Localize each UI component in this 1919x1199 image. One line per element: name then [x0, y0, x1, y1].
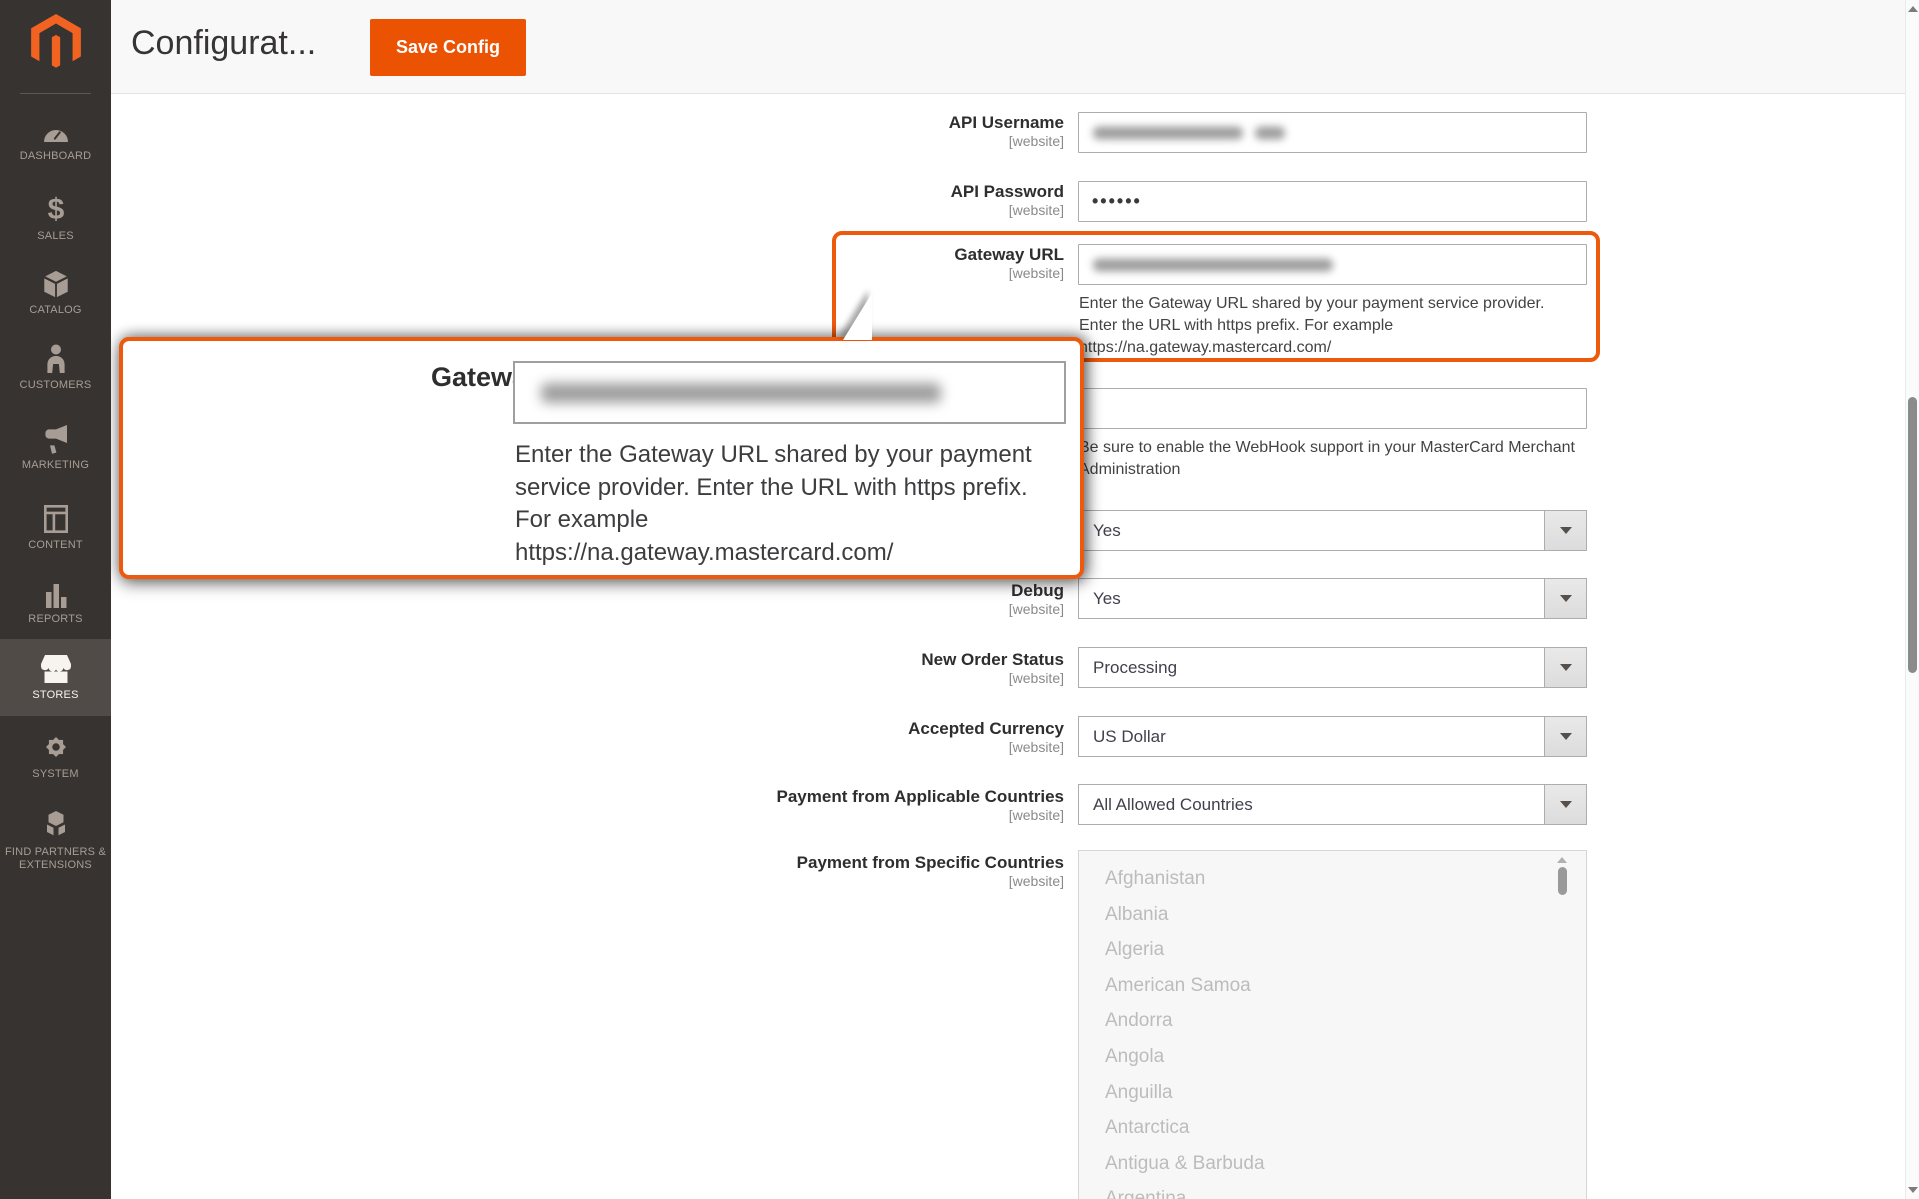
- marketing-icon: [39, 424, 73, 454]
- api-password-label: API Password [website]: [560, 182, 1064, 219]
- sidebar-item-reports[interactable]: REPORTS: [0, 564, 111, 641]
- api-username-input[interactable]: [1078, 112, 1587, 153]
- api-username-label: API Username [website]: [560, 113, 1064, 150]
- blurred-value: [541, 383, 941, 403]
- country-option[interactable]: Albania: [1079, 897, 1586, 933]
- sidebar-item-find-partners[interactable]: FIND PARTNERS & EXTENSIONS: [0, 797, 111, 885]
- country-option[interactable]: Argentina: [1079, 1181, 1586, 1199]
- select-dropdown-button[interactable]: [1544, 511, 1586, 550]
- api-password-input[interactable]: ••••••: [1078, 181, 1587, 222]
- chevron-down-icon: [1560, 801, 1572, 808]
- magento-logo[interactable]: [0, 14, 111, 76]
- scroll-up-icon[interactable]: [1557, 857, 1567, 863]
- page-scrollbar[interactable]: [1905, 0, 1919, 1199]
- popup-gateway-url-note: Enter the Gateway URL shared by your pay…: [515, 439, 1075, 569]
- sidebar-item-sales[interactable]: $ SALES: [0, 179, 111, 256]
- chevron-down-icon: [1560, 527, 1572, 534]
- sidebar-item-content[interactable]: CONTENT: [0, 489, 111, 566]
- sidebar-item-stores[interactable]: STORES: [0, 639, 111, 716]
- customers-icon: [39, 344, 73, 374]
- sidebar-item-marketing[interactable]: MARKETING: [0, 409, 111, 486]
- popup-gateway-url-input[interactable]: [513, 361, 1066, 424]
- webhook-input[interactable]: [1078, 388, 1587, 429]
- sidebar-item-dashboard[interactable]: DASHBOARD: [0, 102, 111, 179]
- gateway-url-input[interactable]: [1078, 244, 1587, 285]
- magento-admin-page: DASHBOARD $ SALES CATALOG CUSTOMERS: [0, 0, 1919, 1199]
- select-dropdown-button[interactable]: [1544, 579, 1586, 618]
- select-dropdown-button[interactable]: [1544, 717, 1586, 756]
- content-icon: [39, 504, 73, 534]
- country-option[interactable]: Anguilla: [1079, 1075, 1586, 1111]
- country-option[interactable]: Afghanistan: [1079, 861, 1586, 897]
- select-dropdown-button[interactable]: [1544, 785, 1586, 824]
- sidebar-item-customers[interactable]: CUSTOMERS: [0, 329, 111, 406]
- page-title: Configurat...: [131, 24, 316, 63]
- debug-label: Debug [website]: [560, 581, 1064, 618]
- new-order-status-label: New Order Status [website]: [560, 650, 1064, 687]
- debug-select[interactable]: Yes: [1078, 578, 1587, 619]
- save-config-button[interactable]: Save Config: [370, 19, 526, 76]
- multiselect-scrollbar[interactable]: [1556, 855, 1568, 1199]
- country-option[interactable]: Algeria: [1079, 932, 1586, 968]
- scroll-up-icon[interactable]: [1908, 6, 1918, 12]
- blurred-value: [1093, 126, 1243, 139]
- accepted-currency-select[interactable]: US Dollar: [1078, 716, 1587, 757]
- magento-logo-icon: [31, 14, 81, 71]
- find-partners-icon: [39, 811, 73, 841]
- country-option[interactable]: Antigua & Barbuda: [1079, 1146, 1586, 1182]
- specific-countries-multiselect[interactable]: Afghanistan Albania Algeria American Sam…: [1078, 850, 1587, 1199]
- new-order-status-select[interactable]: Processing: [1078, 647, 1587, 688]
- gateway-url-note: Enter the Gateway URL shared by your pay…: [1079, 293, 1599, 359]
- country-option[interactable]: Antarctica: [1079, 1110, 1586, 1146]
- scrollbar-thumb[interactable]: [1558, 867, 1567, 895]
- webhook-enabled-select[interactable]: Yes: [1078, 510, 1587, 551]
- gateway-url-zoom-popup: Gateway URL [website] Enter the Gateway …: [119, 337, 1084, 579]
- catalog-icon: [39, 269, 73, 299]
- system-icon: [39, 731, 73, 763]
- webhook-note: Be sure to enable the WebHook support in…: [1079, 437, 1599, 481]
- page-header: Configurat... Save Config: [111, 0, 1905, 94]
- chevron-down-icon: [1560, 733, 1572, 740]
- specific-countries-label: Payment from Specific Countries [website…: [560, 853, 1064, 890]
- select-dropdown-button[interactable]: [1544, 648, 1586, 687]
- password-dots: ••••••: [1092, 191, 1142, 212]
- svg-text:$: $: [47, 193, 64, 225]
- sidebar: DASHBOARD $ SALES CATALOG CUSTOMERS: [0, 0, 111, 1199]
- chevron-down-icon: [1560, 664, 1572, 671]
- chevron-down-icon: [1560, 595, 1572, 602]
- country-option[interactable]: Angola: [1079, 1039, 1586, 1075]
- applicable-countries-label: Payment from Applicable Countries [websi…: [560, 787, 1064, 824]
- country-option[interactable]: American Samoa: [1079, 968, 1586, 1004]
- applicable-countries-select[interactable]: All Allowed Countries: [1078, 784, 1587, 825]
- blurred-value: [1255, 126, 1285, 139]
- popup-pointer: [843, 293, 873, 341]
- dashboard-icon: [39, 119, 73, 145]
- reports-icon: [39, 580, 73, 608]
- stores-icon: [39, 654, 73, 684]
- gateway-url-label: Gateway URL [website]: [560, 245, 1064, 282]
- sidebar-item-catalog[interactable]: CATALOG: [0, 254, 111, 331]
- scroll-down-icon[interactable]: [1908, 1187, 1918, 1193]
- scrollbar-thumb[interactable]: [1908, 397, 1917, 673]
- country-option[interactable]: Andorra: [1079, 1003, 1586, 1039]
- sales-icon: $: [39, 193, 73, 225]
- sidebar-item-system[interactable]: SYSTEM: [0, 717, 111, 794]
- blurred-value: [1093, 258, 1333, 271]
- accepted-currency-label: Accepted Currency [website]: [560, 719, 1064, 756]
- sidebar-divider: [20, 93, 91, 94]
